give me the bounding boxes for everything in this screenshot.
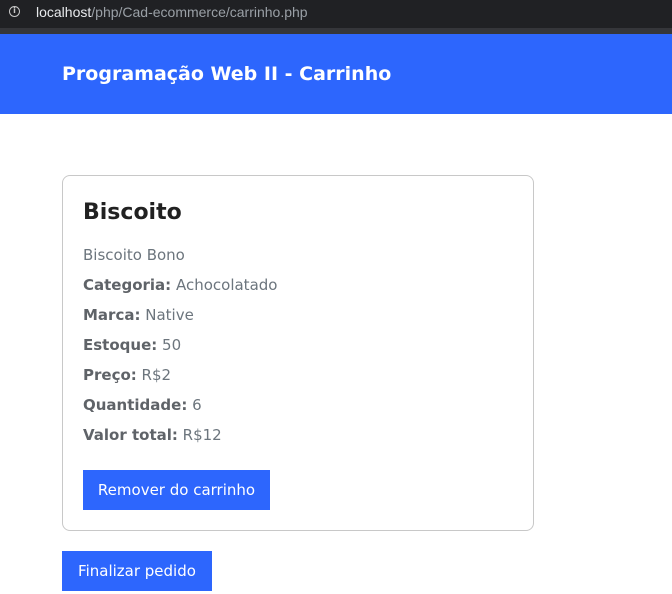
product-description: Biscoito Bono (83, 246, 185, 264)
total-value: R$12 (182, 426, 222, 444)
remove-from-cart-button[interactable]: Remover do carrinho (83, 470, 270, 510)
url-host: localhost (36, 4, 92, 20)
quantity-value: 6 (192, 396, 202, 414)
product-name: Biscoito (83, 200, 182, 225)
cart-item-card: Biscoito Biscoito Bono Categoria: Achoco… (62, 175, 534, 531)
product-brand: Marca: Native (83, 306, 194, 324)
url-text[interactable]: localhost/php/Cad-ecommerce/carrinho.php (36, 4, 308, 20)
product-category: Categoria: Achocolatado (83, 276, 277, 294)
page-title: Programação Web II - Carrinho (62, 63, 392, 85)
page-header: Programação Web II - Carrinho (0, 34, 672, 114)
product-quantity: Quantidade: 6 (83, 396, 202, 414)
category-value: Achocolatado (175, 276, 278, 294)
brand-label: Marca: (83, 306, 141, 324)
checkout-button[interactable]: Finalizar pedido (62, 551, 212, 591)
stock-value: 50 (162, 336, 182, 354)
price-value: R$2 (141, 366, 172, 384)
url-path: /php/Cad-ecommerce/carrinho.php (91, 4, 308, 20)
product-total: Valor total: R$12 (83, 426, 222, 444)
quantity-label: Quantidade: (83, 396, 188, 414)
product-stock: Estoque: 50 (83, 336, 181, 354)
category-label: Categoria: (83, 276, 172, 294)
product-price: Preço: R$2 (83, 366, 171, 384)
price-label: Preço: (83, 366, 137, 384)
stock-label: Estoque: (83, 336, 158, 354)
info-icon[interactable]: i (9, 6, 20, 17)
browser-address-bar[interactable]: i localhost/php/Cad-ecommerce/carrinho.p… (0, 0, 672, 34)
brand-value: Native (145, 306, 194, 324)
total-label: Valor total: (83, 426, 178, 444)
